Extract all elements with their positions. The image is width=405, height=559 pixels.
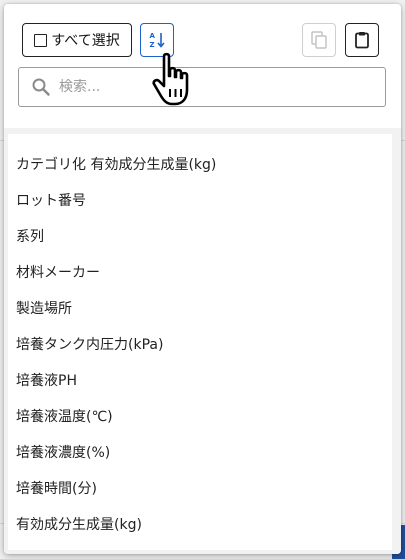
- search-icon: [31, 77, 51, 97]
- field-list-container: カテゴリ化 有効成分生成量(kg) ロット番号 系列 材料メーカー 製造場所 培…: [4, 128, 401, 554]
- paste-button[interactable]: [345, 23, 379, 57]
- list-item[interactable]: 製造場所: [16, 290, 72, 326]
- popup-header: すべて選択 A Z: [4, 4, 401, 128]
- list-item[interactable]: カテゴリ化 有効成分生成量(kg): [16, 146, 216, 182]
- list-item[interactable]: ロット番号: [16, 182, 86, 218]
- list-item[interactable]: 系列: [16, 218, 44, 254]
- list-item[interactable]: 材料メーカー: [16, 254, 100, 290]
- search-input[interactable]: [59, 79, 359, 95]
- select-all-label: すべて選択: [51, 33, 120, 49]
- list-item[interactable]: 培養時間(分): [16, 470, 97, 506]
- list-item[interactable]: 培養タンク内圧力(kPa): [16, 326, 163, 362]
- field-selector-popup: すべて選択 A Z 検索... カテゴリ化 有効成分生成量(kg) ロット番号 …: [4, 4, 401, 554]
- list-item[interactable]: 培養液温度(℃): [16, 398, 113, 434]
- field-list: カテゴリ化 有効成分生成量(kg) ロット番号 系列 材料メーカー 製造場所 培…: [8, 134, 392, 550]
- list-item[interactable]: 有効成分生成量(kg): [16, 506, 142, 542]
- clipboard-icon: [355, 32, 369, 49]
- sort-alpha-down-icon: A Z: [150, 32, 165, 49]
- copy-icon: [311, 31, 327, 49]
- svg-text:A: A: [150, 32, 156, 40]
- checkbox-icon: [34, 33, 48, 47]
- select-all-button[interactable]: すべて選択: [22, 23, 132, 57]
- sort-alphabetical-button[interactable]: A Z: [140, 23, 174, 57]
- list-item[interactable]: 培養液濃度(%): [16, 434, 110, 470]
- svg-text:Z: Z: [150, 41, 155, 49]
- list-item[interactable]: 培養液PH: [16, 362, 77, 398]
- search-field[interactable]: [18, 67, 386, 107]
- copy-button[interactable]: [302, 23, 336, 57]
